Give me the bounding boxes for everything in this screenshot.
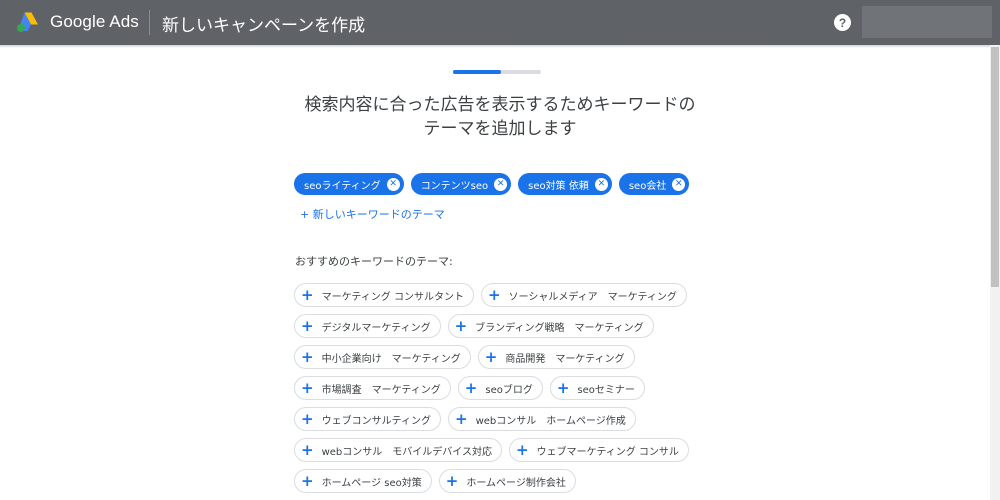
suggestion-row: + ウェブコンサルティング + webコンサル ホームページ作成 — [294, 407, 689, 431]
chip-label: webコンサル ホームページ作成 — [475, 415, 626, 427]
suggested-keyword-chip[interactable]: + ソーシャルメディア マーケティング — [480, 283, 687, 307]
plus-icon: + — [454, 409, 468, 428]
selected-keyword-chip[interactable]: コンテンツseo ✕ — [410, 173, 512, 195]
suggested-keyword-chip[interactable]: + ホームページ制作会社 — [438, 469, 576, 493]
heading-line-1: 検索内容に合った広告を表示するためキーワードの — [304, 95, 696, 115]
header-shadow — [0, 45, 990, 48]
suggestion-row: + 中小企業向け マーケティング + 商品開発 マーケティング — [294, 345, 689, 369]
remove-icon[interactable]: ✕ — [672, 177, 686, 191]
plus-icon: + — [301, 347, 314, 366]
suggested-keyword-chip[interactable]: + マーケティング コンサルタント — [294, 283, 474, 307]
heading-line-2: テーマを追加します — [423, 119, 577, 139]
remove-icon[interactable]: ✕ — [594, 177, 608, 191]
suggested-keyword-chip[interactable]: + デジタルマーケティング — [294, 314, 441, 338]
plus-icon: + — [301, 378, 314, 397]
plus-icon: + — [445, 471, 459, 490]
page-heading: 検索内容に合った広告を表示するためキーワードの テーマを追加します — [245, 93, 755, 141]
suggested-keyword-chip[interactable]: + ブランディング戦略 マーケティング — [447, 314, 654, 338]
chip-label: マーケティング コンサルタント — [321, 291, 464, 303]
page-title: 新しいキャンペーンを作成 — [162, 16, 366, 36]
plus-icon: + — [454, 316, 468, 335]
suggestion-row: + webコンサル モバイルデバイス対応 + ウェブマーケティング コンサル — [294, 438, 689, 462]
suggested-keyword-chip[interactable]: + 中小企業向け マーケティング — [294, 345, 471, 369]
suggestion-row: + 市場調査 マーケティング + seoブログ + seoセミナー — [294, 376, 689, 400]
plus-icon: + — [301, 316, 314, 335]
suggestion-row: + デジタルマーケティング + ブランディング戦略 マーケティング — [294, 314, 689, 338]
plus-icon: + — [464, 378, 478, 397]
account-area[interactable] — [862, 6, 992, 38]
suggested-keyword-list: + マーケティング コンサルタント + ソーシャルメディア マーケティング + デジタルマ… — [294, 283, 689, 500]
suggestion-row: + マーケティング コンサルタント + ソーシャルメディア マーケティング — [294, 283, 689, 307]
suggested-keyword-chip[interactable]: + 市場調査 マーケティング — [294, 376, 451, 400]
google-ads-logo-icon — [17, 12, 38, 32]
chip-label: ブランディング戦略 マーケティング — [475, 322, 644, 334]
brand-name: Google Ads — [50, 12, 139, 31]
chip-label: 商品開発 マーケティング — [505, 353, 625, 365]
selected-keyword-chips: seoライティング ✕ コンテンツseo ✕ seo対策 依頼 ✕ seo会社 … — [294, 173, 690, 195]
plus-icon: + — [487, 285, 501, 304]
suggested-keyword-chip[interactable]: + ホームページ seo対策 — [294, 469, 432, 493]
chip-label: ホームページ seo対策 — [321, 477, 422, 489]
chip-label: seo会社 — [628, 180, 667, 192]
chip-label: seoライティング — [304, 180, 381, 192]
suggestion-row: + ホームページ seo対策 + ホームページ制作会社 — [294, 469, 689, 493]
chip-label: ホームページ制作会社 — [466, 477, 566, 489]
suggested-keyword-chip[interactable]: + 商品開発 マーケティング — [477, 345, 635, 369]
top-app-bar: Google Ads 新しいキャンペーンを作成 ? — [0, 0, 1000, 45]
selected-keyword-chip[interactable]: seo対策 依頼 ✕ — [518, 173, 612, 195]
suggested-keyword-chip[interactable]: + webコンサル モバイルデバイス対応 — [294, 438, 502, 462]
suggested-keyword-chip[interactable]: + ウェブマーケティング コンサル — [508, 438, 689, 462]
chip-label: seoセミナー — [577, 384, 635, 396]
chip-label: seo対策 依頼 — [528, 180, 589, 192]
suggested-keyword-chip[interactable]: + ウェブコンサルティング — [294, 407, 441, 431]
remove-icon[interactable]: ✕ — [386, 177, 400, 191]
suggested-keyword-chip[interactable]: + webコンサル ホームページ作成 — [447, 407, 636, 431]
plus-icon: + — [484, 347, 498, 366]
suggested-keyword-chip[interactable]: + seoブログ — [457, 376, 543, 400]
chip-label: ウェブコンサルティング — [321, 415, 431, 427]
vertical-scrollbar[interactable] — [990, 45, 1000, 500]
scrollbar-thumb[interactable] — [991, 47, 999, 287]
chip-label: ソーシャルメディア マーケティング — [508, 291, 677, 303]
help-icon[interactable]: ? — [834, 14, 851, 31]
selected-keyword-chip[interactable]: seo会社 ✕ — [618, 173, 690, 195]
plus-icon: + — [515, 440, 529, 459]
plus-icon: + — [301, 440, 314, 459]
plus-icon: + — [301, 409, 314, 428]
progress-fill — [453, 70, 502, 74]
plus-icon: + — [556, 378, 570, 397]
chip-label: 中小企業向け マーケティング — [321, 353, 461, 365]
suggested-keyword-chip[interactable]: + seoセミナー — [549, 376, 645, 400]
suggestions-label: おすすめのキーワードのテーマ: — [295, 255, 453, 268]
step-progress-bar — [453, 70, 541, 74]
remove-icon[interactable]: ✕ — [494, 177, 508, 191]
header-divider — [149, 10, 150, 35]
plus-icon: + — [301, 471, 314, 490]
plus-icon: + — [301, 285, 314, 304]
chip-label: コンテンツseo — [420, 180, 489, 192]
chip-label: ウェブマーケティング コンサル — [536, 446, 679, 458]
selected-keyword-chip[interactable]: seoライティング ✕ — [294, 173, 404, 195]
add-keyword-theme-link[interactable]: + 新しいキーワードのテーマ — [300, 206, 445, 222]
chip-label: デジタルマーケティング — [321, 322, 431, 334]
chip-label: 市場調査 マーケティング — [321, 384, 441, 396]
chip-label: webコンサル モバイルデバイス対応 — [321, 446, 492, 458]
chip-label: seoブログ — [485, 384, 533, 396]
